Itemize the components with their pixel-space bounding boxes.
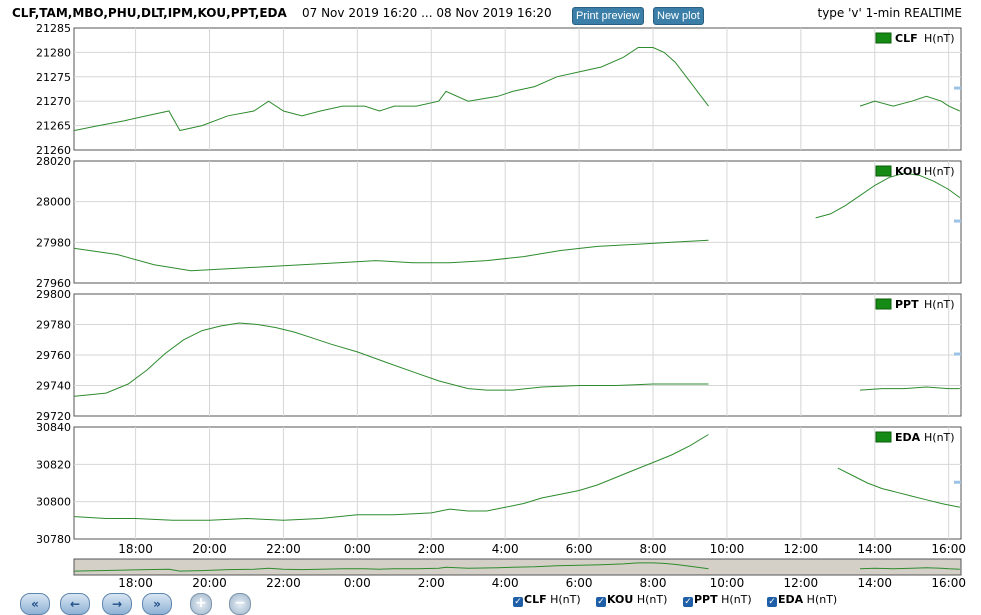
overview-tick-label: 16:00 [931,576,966,590]
x-tick-label: 12:00 [784,542,819,556]
overview-tick-label: 14:00 [857,576,892,590]
x-tick-label: 22:00 [266,542,301,556]
y-tick-label: 29780 [36,319,71,332]
x-tick-label: 10:00 [710,542,745,556]
legend-unit: H(nT) [721,593,752,606]
x-tick-label: 4:00 [492,542,519,556]
y-tick-label: 21275 [36,71,71,84]
legend-unit: H(nT) [806,593,838,606]
y-tick-label: 28000 [36,196,71,209]
legend-swatch [875,165,892,177]
y-tick-label: 27980 [36,236,71,249]
plot-panel-clf [73,27,962,151]
edge-marker [954,219,961,223]
legend-code: CLF [524,593,547,606]
legend-toggle-ppt[interactable]: ✓ PPT H(nT) [683,593,752,607]
x-tick-label: 18:00 [118,542,153,556]
plot-panel-eda [73,426,962,540]
panel-station-label: KOU [895,165,921,178]
panel-unit-label: H(nT) [924,431,955,444]
overview-tick-label: 4:00 [492,576,519,590]
panel-unit-label: H(nT) [924,32,955,45]
y-tick-label: 21270 [36,95,71,108]
x-tick-label: 20:00 [192,542,227,556]
y-tick-label: 29760 [36,349,71,362]
edge-marker [954,352,961,356]
x-tick-label: 0:00 [344,542,371,556]
overview-tick-label: 22:00 [266,576,301,590]
y-tick-label: 29740 [36,380,71,393]
edge-marker [954,86,961,90]
legend-toggle-eda[interactable]: ✓ EDA H(nT) [767,593,837,607]
legend-code: EDA [778,593,804,606]
y-tick-label: 29800 [36,288,71,301]
checkbox-icon: ✓ [767,597,777,607]
legend-code: PPT [694,593,718,606]
checkbox-icon: ✓ [596,597,606,607]
y-tick-label: 21265 [36,120,71,133]
overview-tick-label: 18:00 [118,576,153,590]
panel-unit-label: H(nT) [924,165,955,178]
y-tick-label: 30820 [36,458,71,471]
plot-panel-kou [73,160,962,284]
y-tick-label: 21285 [36,22,71,35]
y-tick-label: 28020 [36,155,71,168]
legend-toggle-kou[interactable]: ✓ KOU H(nT) [596,593,667,607]
y-tick-label: 30780 [36,533,71,546]
panel-station-label: CLF [895,32,918,45]
y-tick-label: 30800 [36,496,71,509]
overview-tick-label: 20:00 [192,576,227,590]
panel-unit-label: H(nT) [924,298,955,311]
legend-toggle-clf[interactable]: ✓ CLF H(nT) [513,593,581,607]
overview-tick-label: 12:00 [784,576,819,590]
checkbox-icon: ✓ [513,597,523,607]
legend-swatch [875,32,892,44]
navigation-bar: « ← → » + − ✓ CLF H(nT) ✓ KOU H(nT) ✓ PPT H… [0,590,981,615]
panel-station-label: EDA [895,431,921,444]
panel-station-label: PPT [895,298,919,311]
overview-tick-label: 0:00 [344,576,371,590]
y-tick-label: 30840 [36,421,71,434]
legend-unit: H(nT) [636,593,668,606]
x-tick-label: 2:00 [418,542,445,556]
x-tick-label: 16:00 [931,542,966,556]
magnetometer-chart: 212602126521270212752128021285CLF H(nT)27… [36,22,966,590]
overview-tick-label: 8:00 [640,576,667,590]
overview-tick-label: 2:00 [418,576,445,590]
legend-code: KOU [607,593,634,606]
x-tick-label: 6:00 [566,542,593,556]
overview-tick-label: 6:00 [566,576,593,590]
x-tick-label: 14:00 [857,542,892,556]
legend-swatch [875,298,892,310]
edge-marker [954,480,961,484]
legend-swatch [875,431,892,443]
checkbox-icon: ✓ [683,597,693,607]
legend-unit: H(nT) [550,593,581,606]
y-tick-label: 21280 [36,46,71,59]
x-tick-label: 8:00 [640,542,667,556]
overview-tick-label: 10:00 [710,576,745,590]
